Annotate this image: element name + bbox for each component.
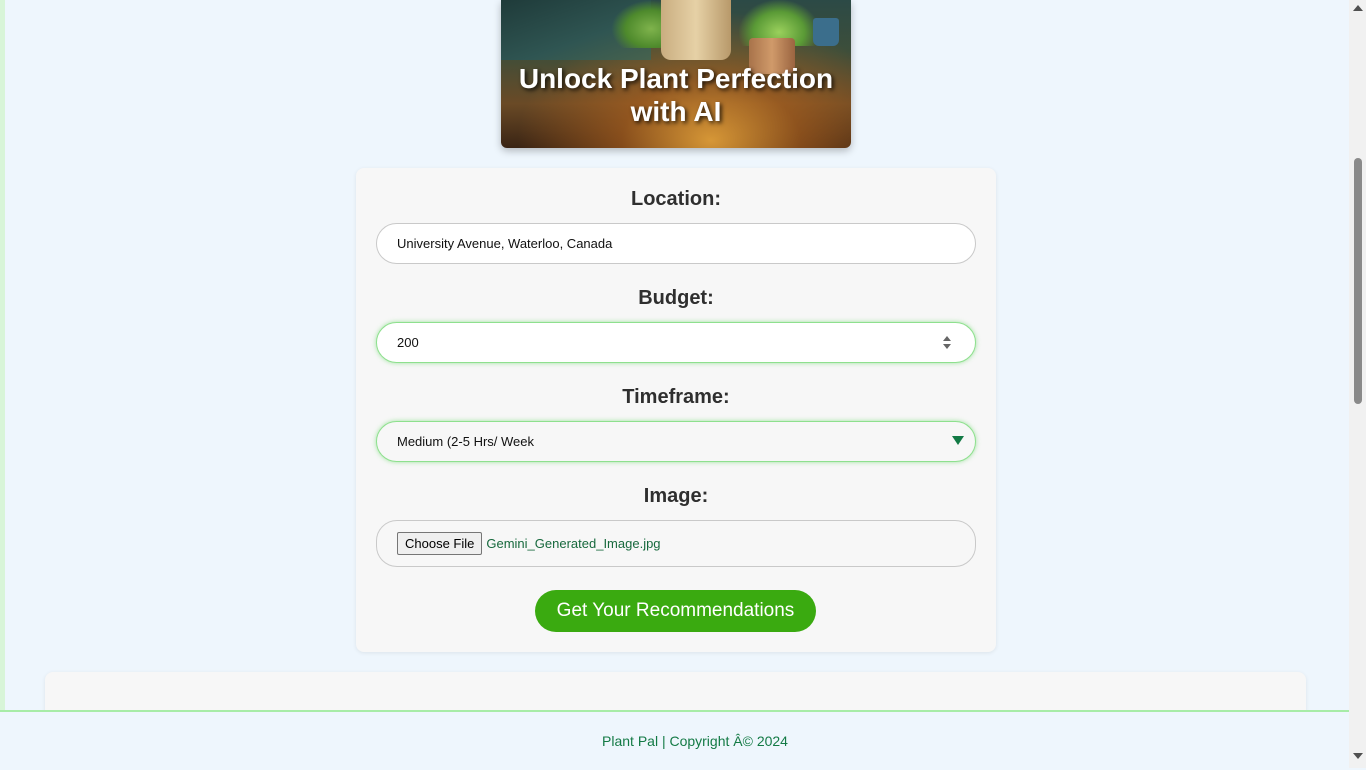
get-recommendations-button[interactable]: Get Your Recommendations — [535, 590, 816, 632]
budget-label: Budget: — [638, 287, 714, 309]
chevron-down-icon[interactable] — [952, 436, 964, 445]
hero-plant-pot — [661, 0, 731, 60]
scroll-down-arrow-icon[interactable] — [1353, 753, 1363, 759]
scrollbar-thumb[interactable] — [1354, 158, 1362, 404]
location-input-value: University Avenue, Waterloo, Canada — [397, 236, 613, 251]
location-label: Location: — [631, 188, 721, 210]
budget-input[interactable]: 200 — [376, 322, 976, 363]
hero-title: Unlock Plant Perfection with AI — [518, 63, 834, 127]
footer: Plant Pal | Copyright Â© 2024 — [0, 710, 1349, 770]
number-spinner-icon[interactable] — [943, 336, 951, 350]
footer-copyright: Plant Pal | Copyright Â© 2024 — [602, 733, 788, 749]
hero-plant-pot — [813, 18, 839, 46]
image-file-input[interactable]: Choose File Gemini_Generated_Image.jpg — [376, 520, 976, 567]
image-label: Image: — [643, 485, 709, 507]
recommendation-form: Location: University Avenue, Waterloo, C… — [356, 168, 996, 652]
timeframe-label: Timeframe: — [622, 386, 730, 408]
scroll-up-arrow-icon[interactable] — [1353, 5, 1363, 11]
budget-input-value: 200 — [397, 335, 419, 350]
vertical-scrollbar[interactable] — [1349, 0, 1366, 768]
timeframe-selected-value: Medium (2-5 Hrs/ Week — [397, 434, 535, 449]
timeframe-select[interactable]: Medium (2-5 Hrs/ Week — [376, 421, 976, 462]
hero-banner: Unlock Plant Perfection with AI — [501, 0, 851, 148]
location-input[interactable]: University Avenue, Waterloo, Canada — [376, 223, 976, 264]
choose-file-button[interactable]: Choose File — [397, 532, 483, 555]
selected-file-name: Gemini_Generated_Image.jpg — [486, 536, 661, 551]
